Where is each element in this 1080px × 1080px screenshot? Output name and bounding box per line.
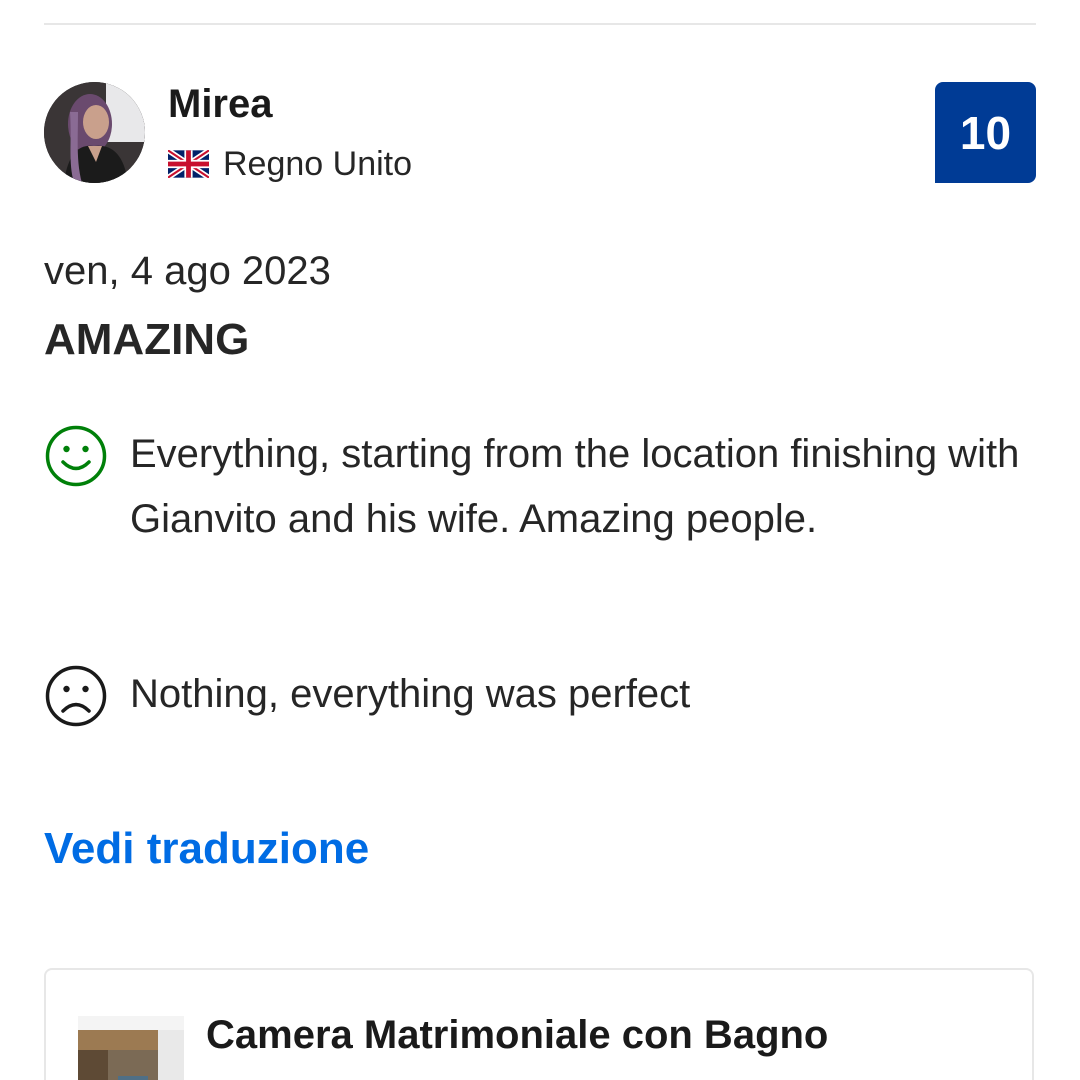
reviewer-country: Regno Unito	[166, 142, 413, 186]
review-date: ven, 4 ago 2023	[44, 249, 331, 293]
room-card[interactable]: Camera Matrimoniale con Bagno	[44, 968, 1034, 1080]
negative-comment: Nothing, everything was perfect	[44, 662, 1034, 728]
country-name: Regno Unito	[223, 144, 413, 183]
score-badge: 10	[935, 82, 1036, 183]
top-divider	[44, 23, 1036, 25]
avatar	[44, 82, 145, 183]
see-translation-link[interactable]: Vedi traduzione	[44, 822, 369, 876]
room-thumbnail	[78, 1016, 184, 1080]
sad-face-icon	[44, 664, 108, 728]
uk-flag-icon	[166, 148, 211, 180]
smiley-face-icon	[44, 424, 108, 488]
positive-comment-text: Everything, starting from the location f…	[130, 432, 1020, 541]
positive-comment: Everything, starting from the location f…	[44, 422, 1034, 552]
reviewer-name: Mirea	[168, 82, 273, 126]
review-title: AMAZING	[44, 315, 250, 364]
review-page: Mirea Regno Unito 10 ven, 4 ago 2023 AMA…	[0, 0, 1080, 1080]
negative-comment-text: Nothing, everything was perfect	[130, 672, 691, 716]
room-name[interactable]: Camera Matrimoniale con Bagno	[206, 1010, 828, 1060]
